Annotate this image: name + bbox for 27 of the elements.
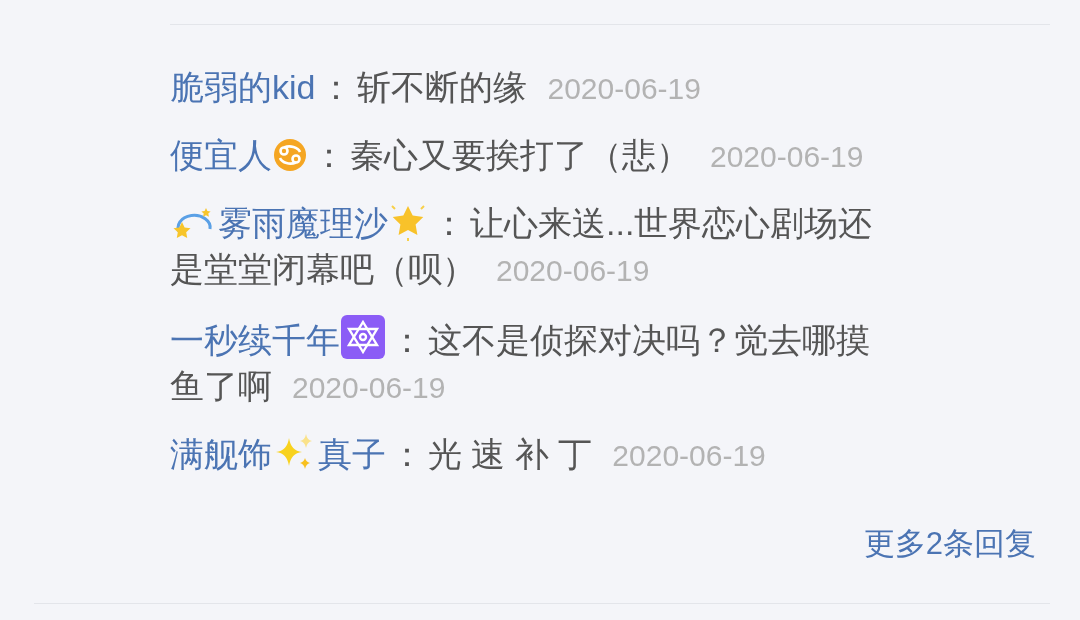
- colon-separator: ：: [432, 204, 466, 242]
- reply-text: 光 速 补 丁: [428, 435, 593, 473]
- reply-date: 2020-06-19: [710, 140, 864, 173]
- hexagram-icon: [340, 314, 386, 360]
- reply-date: 2020-06-19: [547, 72, 701, 105]
- star-icon: [388, 202, 428, 242]
- username[interactable]: 便宜人: [170, 136, 272, 174]
- username[interactable]: 真子: [318, 435, 386, 473]
- reply-date: 2020-06-19: [612, 439, 766, 472]
- zodiac-badge-icon: [273, 138, 307, 172]
- username[interactable]: 满舰饰: [170, 435, 272, 473]
- colon-separator: ：: [319, 68, 354, 106]
- colon-separator: ：: [390, 435, 424, 473]
- reply-text: 让心来送...世界恋心剧场还: [470, 204, 873, 242]
- reply-text: 斩不断的缘: [357, 68, 528, 106]
- reply-date: 2020-06-19: [292, 371, 446, 404]
- reply-text: 这不是侦探对决吗？觉去哪摸: [428, 321, 870, 359]
- colon-separator: ：: [312, 136, 346, 174]
- username[interactable]: 雾雨魔理沙: [218, 204, 388, 242]
- more-replies-link[interactable]: 更多2条回复: [863, 524, 1036, 564]
- username[interactable]: 一秒续千年: [170, 321, 340, 359]
- reply-text: 秦心又要挨打了（悲）: [350, 136, 690, 174]
- reply-date: 2020-06-19: [496, 254, 650, 287]
- reply-text: 是堂堂闭幕吧（呗）: [170, 250, 476, 288]
- reply-text: 鱼了啊: [170, 367, 272, 405]
- colon-separator: ：: [390, 321, 424, 359]
- username[interactable]: 脆弱的kid: [170, 68, 316, 106]
